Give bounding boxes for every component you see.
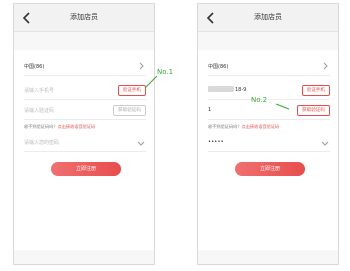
form-area: 中国(86) 请输入手机号 验证手机 请输入验证码 获取验证码 收不到验证码吗？… [14,32,154,264]
verify-phone-button[interactable]: 验证手机 [301,85,330,96]
phone-input[interactable]: 18-9 [235,87,246,93]
chevron-down-icon[interactable] [321,139,329,147]
password-row: ••••• [208,134,330,152]
form-area: 中国(86) 18-9 验证手机 1 获取验证码 收不到验证码吗？点击接收语音验… [198,32,338,264]
password-input[interactable]: 请输入您的密码 [24,139,59,146]
region-row[interactable]: 中国(86) [208,58,330,76]
chevron-right-icon [139,62,144,70]
code-hint: 收不到验证码吗？点击接收语音验证码 [24,124,146,132]
code-row: 1 获取验证码 [208,102,330,120]
phone-row: 18-9 验证手机 [208,82,330,100]
form-panel: 中国(86) 请输入手机号 验证手机 请输入验证码 获取验证码 收不到验证码吗？… [14,50,154,250]
register-button[interactable]: 立即注册 [235,162,305,176]
code-hint: 收不到验证码吗？点击接收语音验证码 [208,124,330,132]
password-row: 请输入您的密码 [24,134,146,152]
register-button[interactable]: 立即注册 [51,162,121,176]
password-input[interactable]: ••••• [208,139,224,145]
region-label: 中国(86) [208,64,229,70]
chevron-down-icon[interactable] [137,139,145,147]
region-row[interactable]: 中国(86) [24,58,146,76]
phone-input[interactable]: 请输入手机号 [24,87,54,94]
verify-phone-button[interactable]: 验证手机 [117,85,146,96]
code-row: 请输入验证码 获取验证码 [24,102,146,120]
left-phone-screen: 添加店员 中国(86) 请输入手机号 验证手机 请输入验证码 获取验证码 收不到… [13,3,155,265]
get-code-button[interactable]: 获取验证码 [113,105,146,116]
code-input[interactable]: 1 [208,107,211,113]
hint-text: 收不到验证码吗？ [208,124,242,129]
masked-phone-digits [208,86,234,92]
voice-code-link[interactable]: 点击接收语音验证码 [242,124,280,129]
hint-text: 收不到验证码吗？ [24,124,58,129]
top-bar: 添加店员 [14,4,154,32]
annotation-label-1: No.1 [157,68,174,76]
get-code-button[interactable]: 获取验证码 [297,105,330,116]
region-label: 中国(86) [24,64,45,70]
page-title: 添加店员 [254,13,282,21]
page-title: 添加店员 [70,13,98,21]
annotation-label-2: No.2 [251,96,268,104]
phone-row: 请输入手机号 验证手机 [24,82,146,100]
form-panel: 中国(86) 18-9 验证手机 1 获取验证码 收不到验证码吗？点击接收语音验… [198,50,338,250]
top-bar: 添加店员 [198,4,338,32]
voice-code-link[interactable]: 点击接收语音验证码 [58,124,96,129]
chevron-right-icon [323,62,328,70]
code-input[interactable]: 请输入验证码 [24,107,54,114]
right-phone-screen: 添加店员 中国(86) 18-9 验证手机 1 获取验证码 收不到验证码吗？点击… [197,3,339,265]
